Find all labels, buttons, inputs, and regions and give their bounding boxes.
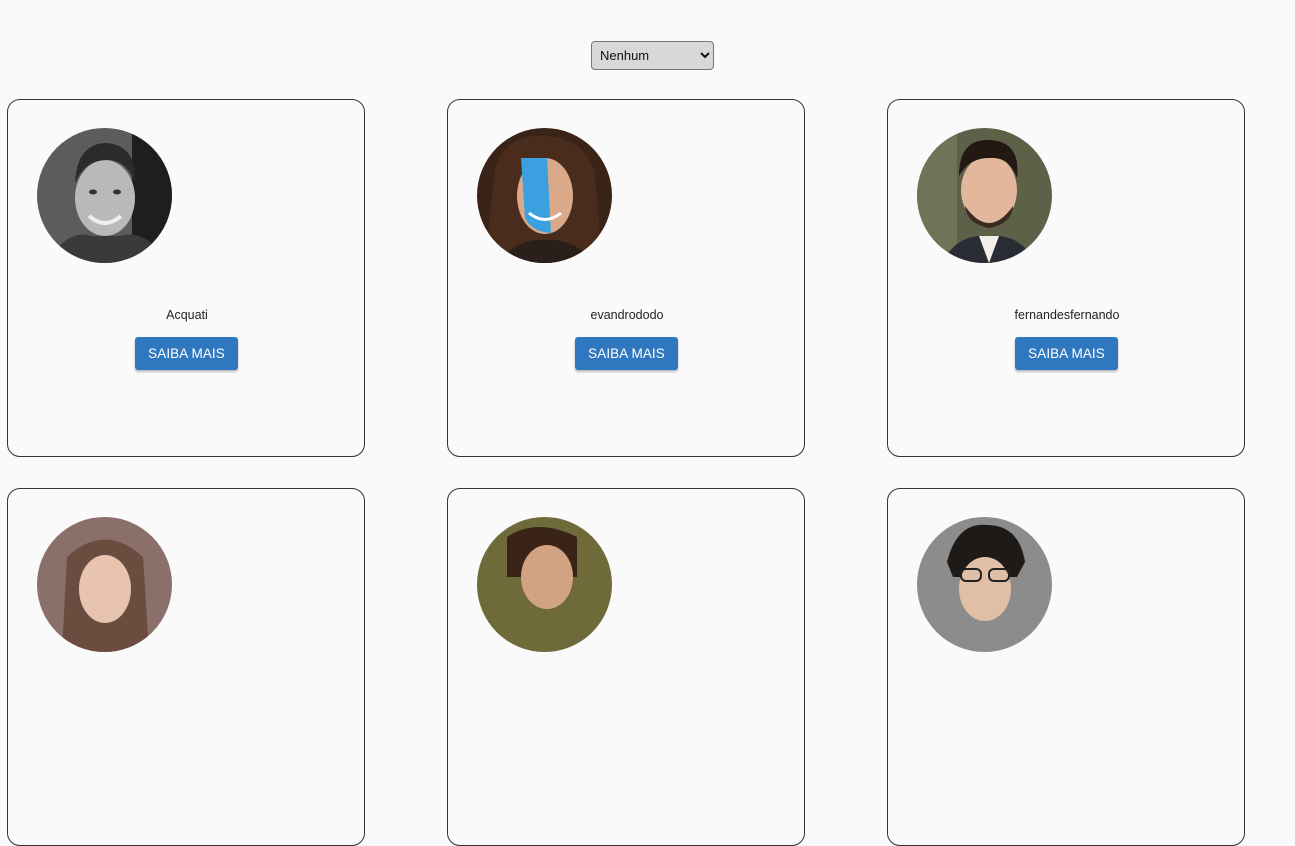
profile-card [7, 488, 365, 846]
profile-username: fernandesfernando [1014, 308, 1120, 322]
saiba-mais-button[interactable]: SAIBA MAIS [575, 337, 678, 370]
avatar [917, 517, 1052, 652]
profile-username: evandrododo [590, 308, 664, 322]
profile-card: fernandesfernando SAIBA MAIS [887, 99, 1245, 457]
profile-card: evandrododo SAIBA MAIS [447, 99, 805, 457]
avatar [37, 128, 172, 263]
filter-dropdown-wrap: Nenhum [591, 41, 714, 70]
profile-card [887, 488, 1245, 846]
saiba-mais-button[interactable]: SAIBA MAIS [135, 337, 238, 370]
avatar [477, 128, 612, 263]
profile-username: Acquati [166, 308, 208, 322]
filter-select[interactable]: Nenhum [591, 41, 714, 70]
avatar [917, 128, 1052, 263]
avatar [477, 517, 612, 652]
saiba-mais-button[interactable]: SAIBA MAIS [1015, 337, 1118, 370]
profile-card [447, 488, 805, 846]
profile-card: Acquati SAIBA MAIS [7, 99, 365, 457]
avatar [37, 517, 172, 652]
